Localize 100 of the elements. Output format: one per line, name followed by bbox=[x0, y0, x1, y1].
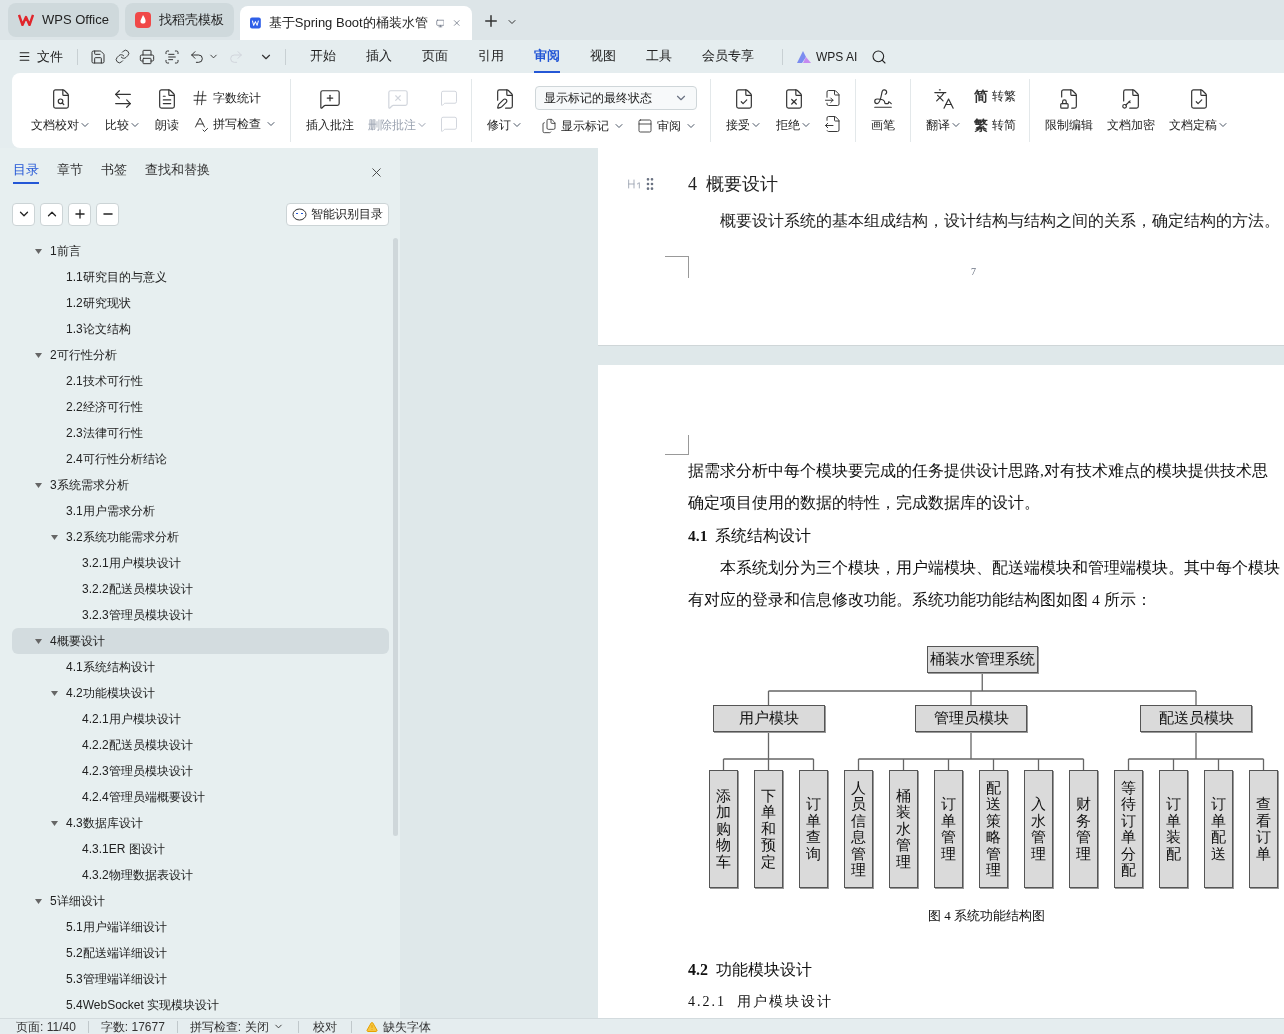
translate-icon bbox=[933, 87, 955, 110]
ribbon-tab[interactable]: 视图 bbox=[590, 40, 616, 73]
toc-item[interactable]: 3系统需求分析 bbox=[12, 472, 389, 498]
ribbon-tab[interactable]: 插入 bbox=[366, 40, 392, 73]
ribbon-button[interactable]: 朗读 bbox=[148, 79, 186, 142]
document-tab[interactable]: WPS Office bbox=[8, 3, 119, 37]
wps-ai-button[interactable]: WPS AI bbox=[797, 47, 858, 66]
diagram-node: 入水管理 bbox=[1024, 770, 1053, 888]
margin-corner-mark bbox=[665, 256, 689, 278]
ribbon-tab[interactable]: 引用 bbox=[478, 40, 504, 73]
toc-item[interactable]: 2.1技术可行性 bbox=[12, 368, 389, 394]
ribbon-button[interactable]: 画笔 bbox=[864, 79, 902, 142]
toc-item[interactable]: 2可行性分析 bbox=[12, 342, 389, 368]
document-tab[interactable]: 找稻壳模板 bbox=[124, 3, 234, 37]
toc-item[interactable]: 4.1系统结构设计 bbox=[12, 654, 389, 680]
markup-display-select[interactable]: 显示标记的最终状态 bbox=[535, 86, 697, 110]
file-menu[interactable]: 文件 bbox=[18, 46, 73, 67]
link-icon[interactable] bbox=[115, 49, 130, 64]
search-icon[interactable] bbox=[871, 48, 888, 65]
sidebar-tab[interactable]: 章节 bbox=[57, 159, 83, 185]
toc-item[interactable]: 5详细设计 bbox=[12, 888, 389, 914]
toc-item[interactable]: 1.1研究目的与意义 bbox=[12, 264, 389, 290]
expanded-triangle-icon[interactable] bbox=[34, 896, 43, 906]
toc-item[interactable]: 3.2系统功能需求分析 bbox=[12, 524, 389, 550]
ribbon-button[interactable]: 限制编辑 bbox=[1038, 79, 1100, 142]
collapse-all-button[interactable] bbox=[12, 202, 35, 226]
toc-item[interactable]: 4.2.2配送员模块设计 bbox=[12, 732, 389, 758]
sidebar-tab[interactable]: 书签 bbox=[101, 159, 127, 185]
ribbon-tab[interactable]: 工具 bbox=[646, 40, 672, 73]
toc-item[interactable]: 5.4WebSocket 实现模块设计 bbox=[12, 992, 389, 1018]
toc-item[interactable]: 3.1用户需求分析 bbox=[12, 498, 389, 524]
sidebar-tab[interactable]: 目录 bbox=[13, 159, 39, 185]
toc-item[interactable]: 3.2.1用户模块设计 bbox=[12, 550, 389, 576]
toc-item[interactable]: 1前言 bbox=[12, 238, 389, 264]
ribbon-small-button[interactable]: 拼写检查 bbox=[191, 114, 277, 133]
ribbon-button[interactable]: 插入批注 bbox=[299, 79, 361, 142]
toc-item[interactable]: 3.2.2配送员模块设计 bbox=[12, 576, 389, 602]
ribbon-tab[interactable]: 会员专享 bbox=[702, 40, 754, 73]
ribbon-small-button[interactable]: 简 转繁 bbox=[974, 85, 1016, 107]
ribbon-small-button[interactable] bbox=[824, 88, 842, 107]
proofread-button[interactable]: 校对 bbox=[312, 1017, 337, 1034]
ribbon-small-button[interactable] bbox=[824, 114, 842, 133]
expanded-triangle-icon[interactable] bbox=[50, 818, 59, 828]
ribbon-tab[interactable]: 开始 bbox=[310, 40, 336, 73]
toc-item[interactable]: 4.2.3管理员模块设计 bbox=[12, 758, 389, 784]
diagram-node: 管理员模块 bbox=[915, 705, 1027, 732]
toc-item[interactable]: 2.3法律可行性 bbox=[12, 420, 389, 446]
remove-level-button[interactable] bbox=[96, 202, 119, 226]
ribbon-button[interactable]: 比较 bbox=[98, 79, 148, 142]
toc-item[interactable]: 5.3管理端详细设计 bbox=[12, 966, 389, 992]
ribbon-button[interactable]: 文档定稿 bbox=[1162, 79, 1236, 142]
ribbon-small-button[interactable]: 字数统计 bbox=[191, 88, 277, 107]
toc-item[interactable]: 4.3.1ER 图设计 bbox=[12, 836, 389, 862]
ribbon-button[interactable]: 修订 bbox=[480, 79, 530, 142]
toc-item[interactable]: 5.1用户端详细设计 bbox=[12, 914, 389, 940]
ribbon-tab[interactable]: 页面 bbox=[422, 40, 448, 73]
toc-item[interactable]: 4.2功能模块设计 bbox=[12, 680, 389, 706]
expanded-triangle-icon[interactable] bbox=[34, 636, 43, 646]
toc-item[interactable]: 1.2研究现状 bbox=[12, 290, 389, 316]
show-markup-icon bbox=[541, 118, 557, 134]
expand-all-button[interactable] bbox=[40, 202, 63, 226]
toc-item[interactable]: 4概要设计 bbox=[12, 628, 389, 654]
expanded-triangle-icon[interactable] bbox=[34, 350, 43, 360]
ribbon-small-button[interactable]: 显示标记 bbox=[541, 117, 625, 135]
missing-fonts-button[interactable]: 缺失字体 bbox=[365, 1017, 431, 1034]
diagram-node: 等待订单分配 bbox=[1114, 770, 1143, 888]
ribbon-button[interactable]: 拒绝 bbox=[769, 79, 819, 142]
print-icon[interactable] bbox=[139, 48, 155, 65]
ribbon-button[interactable]: 翻译 bbox=[919, 79, 969, 142]
toc-item[interactable]: 1.3论文结构 bbox=[12, 316, 389, 342]
toc-item[interactable]: 3.2.3管理员模块设计 bbox=[12, 602, 389, 628]
ribbon-button[interactable]: 文档加密 bbox=[1100, 79, 1162, 142]
save-icon[interactable] bbox=[90, 48, 106, 65]
section-heading: 4.2 功能模块设计 bbox=[688, 960, 812, 980]
toc-item[interactable]: 5.2配送端详细设计 bbox=[12, 940, 389, 966]
add-level-button[interactable] bbox=[68, 202, 91, 226]
ribbon-small-button[interactable]: 审阅 bbox=[637, 117, 697, 135]
ribbon-button[interactable]: 文档校对 bbox=[24, 79, 98, 142]
toc-item[interactable]: 2.4可行性分析结论 bbox=[12, 446, 389, 472]
toc-item[interactable]: 4.2.1用户模块设计 bbox=[12, 706, 389, 732]
lock-document-icon bbox=[1058, 87, 1080, 110]
print-preview-icon[interactable] bbox=[164, 48, 180, 65]
expanded-triangle-icon[interactable] bbox=[50, 688, 59, 698]
toc-item[interactable]: 4.3数据库设计 bbox=[12, 810, 389, 836]
toc-item[interactable]: 2.2经济可行性 bbox=[12, 394, 389, 420]
toc-item[interactable]: 4.2.4管理员端概要设计 bbox=[12, 784, 389, 810]
previous-change-icon bbox=[824, 88, 842, 107]
document-tab[interactable]: 基于Spring Boot的桶装水管 bbox=[239, 6, 472, 40]
expanded-triangle-icon[interactable] bbox=[34, 480, 43, 490]
diagram-node: 订单配送 bbox=[1204, 770, 1233, 888]
spell-check-status[interactable]: 拼写检查: 关闭 bbox=[189, 1017, 284, 1034]
expanded-triangle-icon[interactable] bbox=[34, 246, 43, 256]
undo-icon[interactable] bbox=[189, 48, 205, 65]
scrollbar-thumb[interactable] bbox=[393, 238, 398, 836]
ribbon-small-button[interactable]: 繁 转简 bbox=[974, 114, 1016, 136]
sidebar-tab[interactable]: 查找和替换 bbox=[145, 159, 210, 185]
toc-item[interactable]: 4.3.2物理数据表设计 bbox=[12, 862, 389, 888]
smart-toc-button[interactable]: 智能识别目录 bbox=[286, 202, 389, 226]
expanded-triangle-icon[interactable] bbox=[50, 532, 59, 542]
ribbon-button[interactable]: 接受 bbox=[719, 79, 769, 142]
